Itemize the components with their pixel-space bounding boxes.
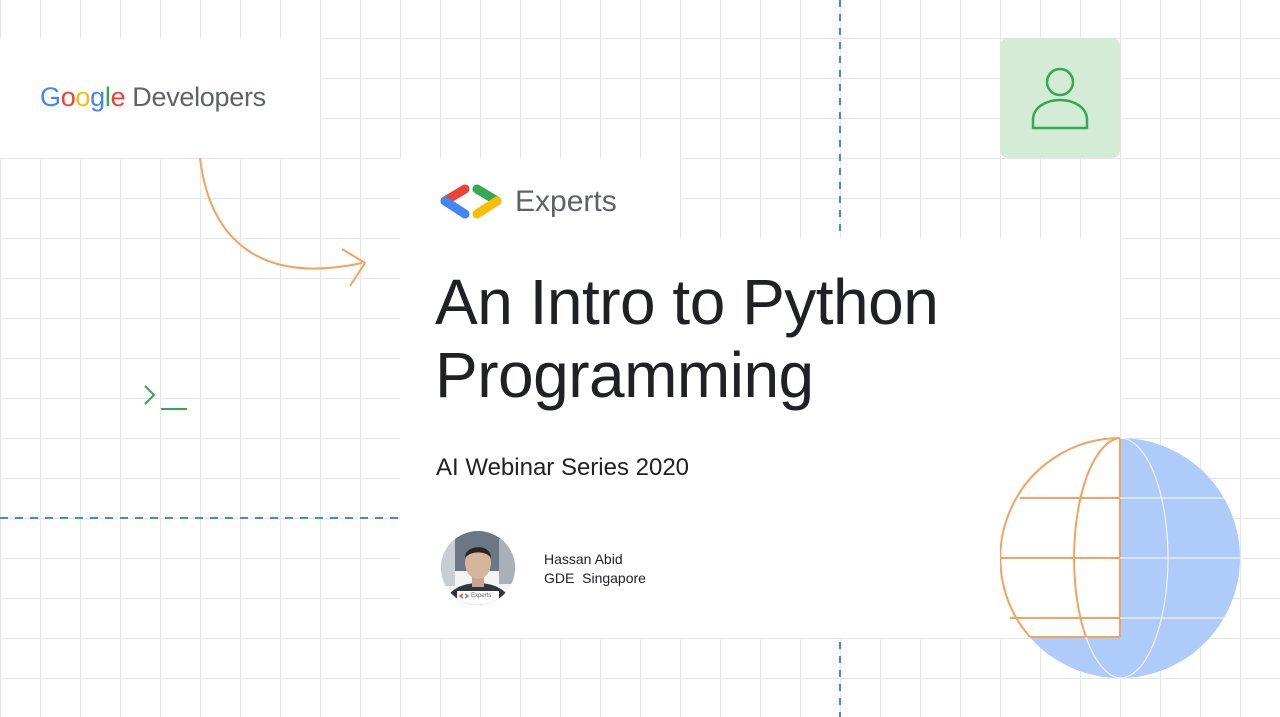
title-line-2: Programming (435, 339, 814, 411)
globe-icon (1000, 437, 1240, 679)
terminal-prompt-icon (144, 385, 187, 410)
speaker-name: Hassan Abid (544, 551, 623, 567)
title-line-1: An Intro to Python (435, 266, 939, 338)
developers-wordmark: Developers (132, 82, 266, 112)
subtitle: AI Webinar Series 2020 (436, 454, 690, 481)
avatar-badge: Experts (459, 593, 491, 599)
google-letter-g: G (40, 82, 61, 112)
avatar-badge-label: Experts (471, 593, 492, 599)
experts-logo: Experts (437, 182, 617, 222)
curved-arrow-icon (199, 157, 366, 287)
google-letter-g2: g (90, 82, 105, 112)
google-developers-logo: Google Developers (40, 79, 266, 115)
avatar: Experts (441, 531, 515, 605)
google-letter-o1: o (60, 82, 76, 112)
page-title: An Intro to Python Programming (435, 266, 1115, 412)
google-letter-e: e (110, 82, 126, 112)
experts-label: Experts (515, 185, 617, 218)
speaker-role: GDE Singapore (544, 570, 646, 586)
badge-chevron-icon (459, 593, 469, 599)
google-letter-o2: o (75, 82, 91, 112)
person-card (1000, 38, 1120, 158)
person-icon (1031, 67, 1089, 130)
experts-chevron-icon (440, 184, 502, 219)
